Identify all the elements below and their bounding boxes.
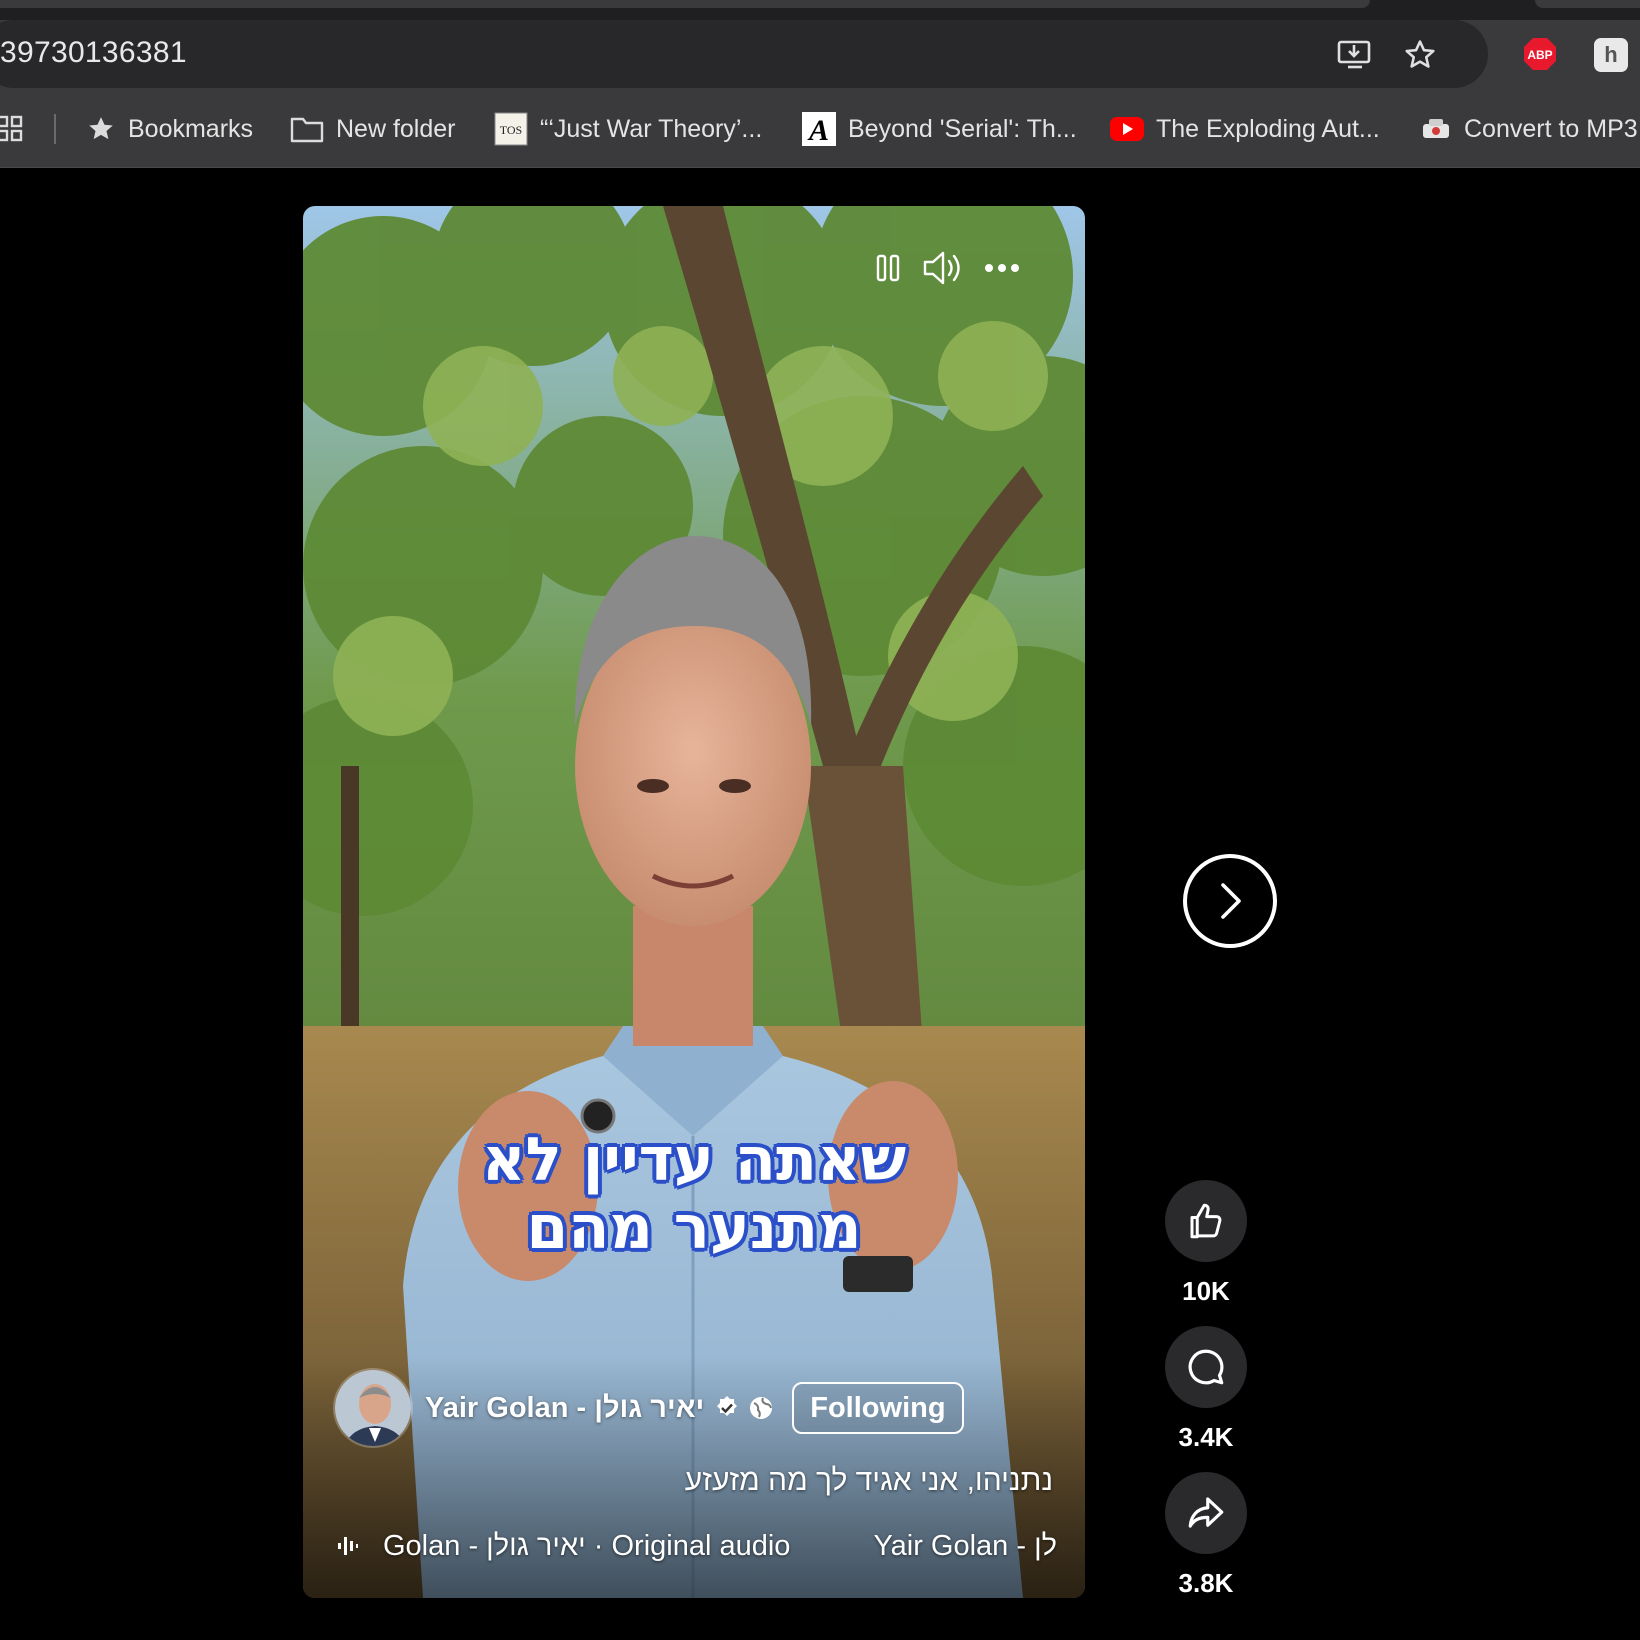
more-options-icon[interactable] xyxy=(980,246,1024,290)
avatar[interactable] xyxy=(333,1368,413,1448)
tab-strip xyxy=(0,0,1640,20)
public-globe-icon xyxy=(750,1397,773,1419)
url-text[interactable]: 39730136381 xyxy=(0,36,187,70)
share-arrow-icon xyxy=(1188,1497,1224,1528)
bookmark-item-exploding-aut[interactable]: The Exploding Aut... xyxy=(1110,112,1380,146)
verified-badge-icon xyxy=(717,1396,738,1416)
browser-toolbar: 39730136381 ABP h xyxy=(0,20,1640,90)
post-description[interactable]: נתניהו, אני אגיד לך מה מזעזע xyxy=(685,1464,1053,1498)
audio-row[interactable]: Golan - יאיר גולן · Original audio Yair … xyxy=(337,1524,1057,1568)
address-bar[interactable]: 39730136381 xyxy=(0,20,1488,88)
youtube-icon xyxy=(1110,117,1144,141)
author-name[interactable]: Yair Golan - יאיר גולן xyxy=(425,1392,704,1425)
bookmark-label: Beyond 'Serial': Th... xyxy=(848,114,1077,143)
bookmark-item-just-war[interactable]: TOS “‘Just War Theory’... xyxy=(494,112,762,146)
share-action: 3.8K xyxy=(1165,1472,1247,1599)
audio-wave-icon xyxy=(338,1537,358,1555)
bookmark-label: Convert to MP3 xyxy=(1464,114,1638,143)
bookmark-item-new-folder[interactable]: New folder xyxy=(290,112,456,146)
video-caption-line-2: מתנער מהם xyxy=(526,1193,862,1263)
tab-edge[interactable] xyxy=(1535,0,1640,8)
converter-icon xyxy=(1423,119,1449,138)
chevron-right-icon xyxy=(1221,883,1241,919)
video-player[interactable]: שאתה עדיין לא מתנער מהם Yair Golan - יאי… xyxy=(303,206,1085,1598)
audio-track-name-repeat: Yair Golan - לן xyxy=(873,1530,1057,1562)
like-count: 10K xyxy=(1182,1276,1230,1306)
tos-icon: TOS xyxy=(494,112,528,146)
bookmark-label: Bookmarks xyxy=(128,114,254,143)
bookmark-item-convert-mp3[interactable]: Convert to MP3 xyxy=(1420,112,1638,146)
pause-icon[interactable] xyxy=(866,246,910,290)
reels-page: שאתה עדיין לא מתנער מהם Yair Golan - יאי… xyxy=(0,168,1640,1640)
folder-icon xyxy=(290,117,324,143)
star-icon xyxy=(89,117,113,140)
volume-icon[interactable] xyxy=(920,246,964,290)
svg-text:TOS: TOS xyxy=(500,123,522,137)
bookmark-label: New folder xyxy=(336,114,456,143)
extension-icon[interactable]: h xyxy=(1594,38,1628,72)
active-tab-edge[interactable] xyxy=(0,0,1370,8)
next-reel-button[interactable] xyxy=(1183,854,1277,948)
comment-bubble-icon xyxy=(1188,1349,1224,1385)
bookmark-star-icon[interactable] xyxy=(1400,35,1440,75)
share-count: 3.8K xyxy=(1178,1568,1234,1598)
like-button[interactable] xyxy=(1165,1180,1247,1262)
adblock-plus-icon[interactable]: ABP xyxy=(1523,37,1557,71)
svg-text:A: A xyxy=(807,114,829,146)
apps-grid-icon[interactable] xyxy=(0,112,24,146)
share-button[interactable] xyxy=(1165,1472,1247,1554)
video-caption-line-1: שאתה עדיין לא xyxy=(481,1125,907,1195)
thumbs-up-icon xyxy=(1190,1203,1222,1239)
bookmark-item-bookmarks[interactable]: Bookmarks xyxy=(86,112,253,146)
comment-count: 3.4K xyxy=(1178,1422,1234,1452)
abp-label: ABP xyxy=(1527,48,1552,62)
comment-button[interactable] xyxy=(1165,1326,1247,1408)
bookmark-label: “‘Just War Theory’... xyxy=(540,114,763,143)
bookmarks-separator xyxy=(54,114,56,144)
comment-action: 3.4K xyxy=(1165,1326,1247,1453)
like-action: 10K xyxy=(1165,1180,1247,1307)
bookmarks-bar: Bookmarks New folder TOS “‘Just War Theo… xyxy=(0,90,1640,168)
bookmark-label: The Exploding Aut... xyxy=(1156,114,1380,143)
atlantic-icon: A xyxy=(802,112,836,146)
audio-track-name: Golan - יאיר גולן · Original audio xyxy=(383,1529,791,1562)
install-app-icon[interactable] xyxy=(1335,35,1375,75)
bookmark-item-beyond-serial[interactable]: A Beyond 'Serial': Th... xyxy=(802,112,1077,146)
author-row: Yair Golan - יאיר גולן Following xyxy=(333,1368,964,1448)
following-button[interactable]: Following xyxy=(792,1382,964,1434)
